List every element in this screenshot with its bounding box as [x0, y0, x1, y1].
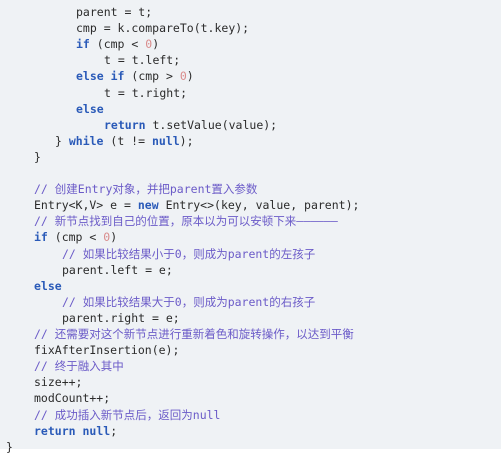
code-comment: // 如果比较结果小于0，则成为parent的左孩子: [62, 246, 316, 261]
code-keyword: else if: [76, 69, 125, 84]
code-text: }: [6, 439, 13, 454]
code-line: }: [6, 438, 13, 457]
code-text: parent.left = e;: [62, 262, 173, 277]
code-keyword: else: [76, 101, 104, 116]
code-line: else: [34, 277, 62, 296]
code-keyword: null: [151, 133, 180, 148]
code-line: else: [76, 100, 104, 119]
code-text: parent.right = e;: [62, 310, 180, 325]
code-text: Entry<K,V> e =: [34, 198, 138, 213]
code-text: (cmp <: [89, 37, 146, 52]
code-text: (t !=: [103, 133, 152, 148]
code-line: t = t.right;: [104, 84, 187, 103]
code-keyword: if: [76, 37, 90, 52]
code-text: fixAfterInsertion(e);: [34, 343, 180, 358]
code-keyword: while: [68, 133, 104, 148]
code-text: }: [55, 133, 69, 148]
code-text: cmp = k.compareTo(t.key);: [76, 21, 250, 36]
code-line: parent.left = e;: [62, 261, 173, 280]
code-text: t = t.right;: [104, 85, 188, 100]
code-text: (cmp >: [124, 69, 180, 84]
code-text: ): [110, 230, 118, 245]
code-text: ): [152, 37, 160, 52]
code-line: }: [34, 148, 41, 167]
code-text: }: [34, 149, 41, 164]
code-keyword: return: [104, 117, 146, 132]
code-number: 0: [179, 69, 187, 84]
code-comment: // 如果比较结果大于0，则成为parent的右孩子: [62, 294, 316, 309]
code-text: );: [179, 133, 194, 148]
code-keyword: null: [82, 423, 111, 438]
code-comment: // 新节点找到自己的位置，原本以为可以安顿下来——————: [34, 214, 338, 229]
code-keyword: if: [34, 230, 48, 245]
code-text: modCount++;: [34, 391, 111, 406]
code-text: ): [186, 69, 194, 84]
code-text: ;: [110, 423, 118, 438]
code-text: t = t.left;: [104, 53, 181, 68]
code-keyword: return: [34, 423, 76, 438]
code-comment: // 创建Entry对象，并把parent置入参数: [34, 182, 258, 197]
code-comment: // 终于融入其中: [34, 359, 124, 374]
code-line: } while (t != null);: [55, 132, 194, 151]
code-text: parent = t;: [76, 5, 153, 19]
code-text: (cmp <: [47, 230, 104, 245]
code-comment: // 还需要对这个新节点进行重新着色和旋转操作，以达到平衡: [34, 327, 354, 341]
code-text: size++;: [34, 375, 83, 390]
code-text: t.setValue(value);: [145, 117, 278, 132]
code-line: return null;: [34, 422, 117, 441]
code-keyword: new: [137, 198, 159, 213]
code-comment: // 成功插入新节点后，返回为null: [34, 407, 221, 422]
code-text: Entry<>(key, value, parent);: [158, 198, 360, 213]
code-keyword: else: [34, 278, 62, 293]
code-block: parent = t; cmp = k.compareTo(t.key); if (…: [0, 0, 501, 454]
